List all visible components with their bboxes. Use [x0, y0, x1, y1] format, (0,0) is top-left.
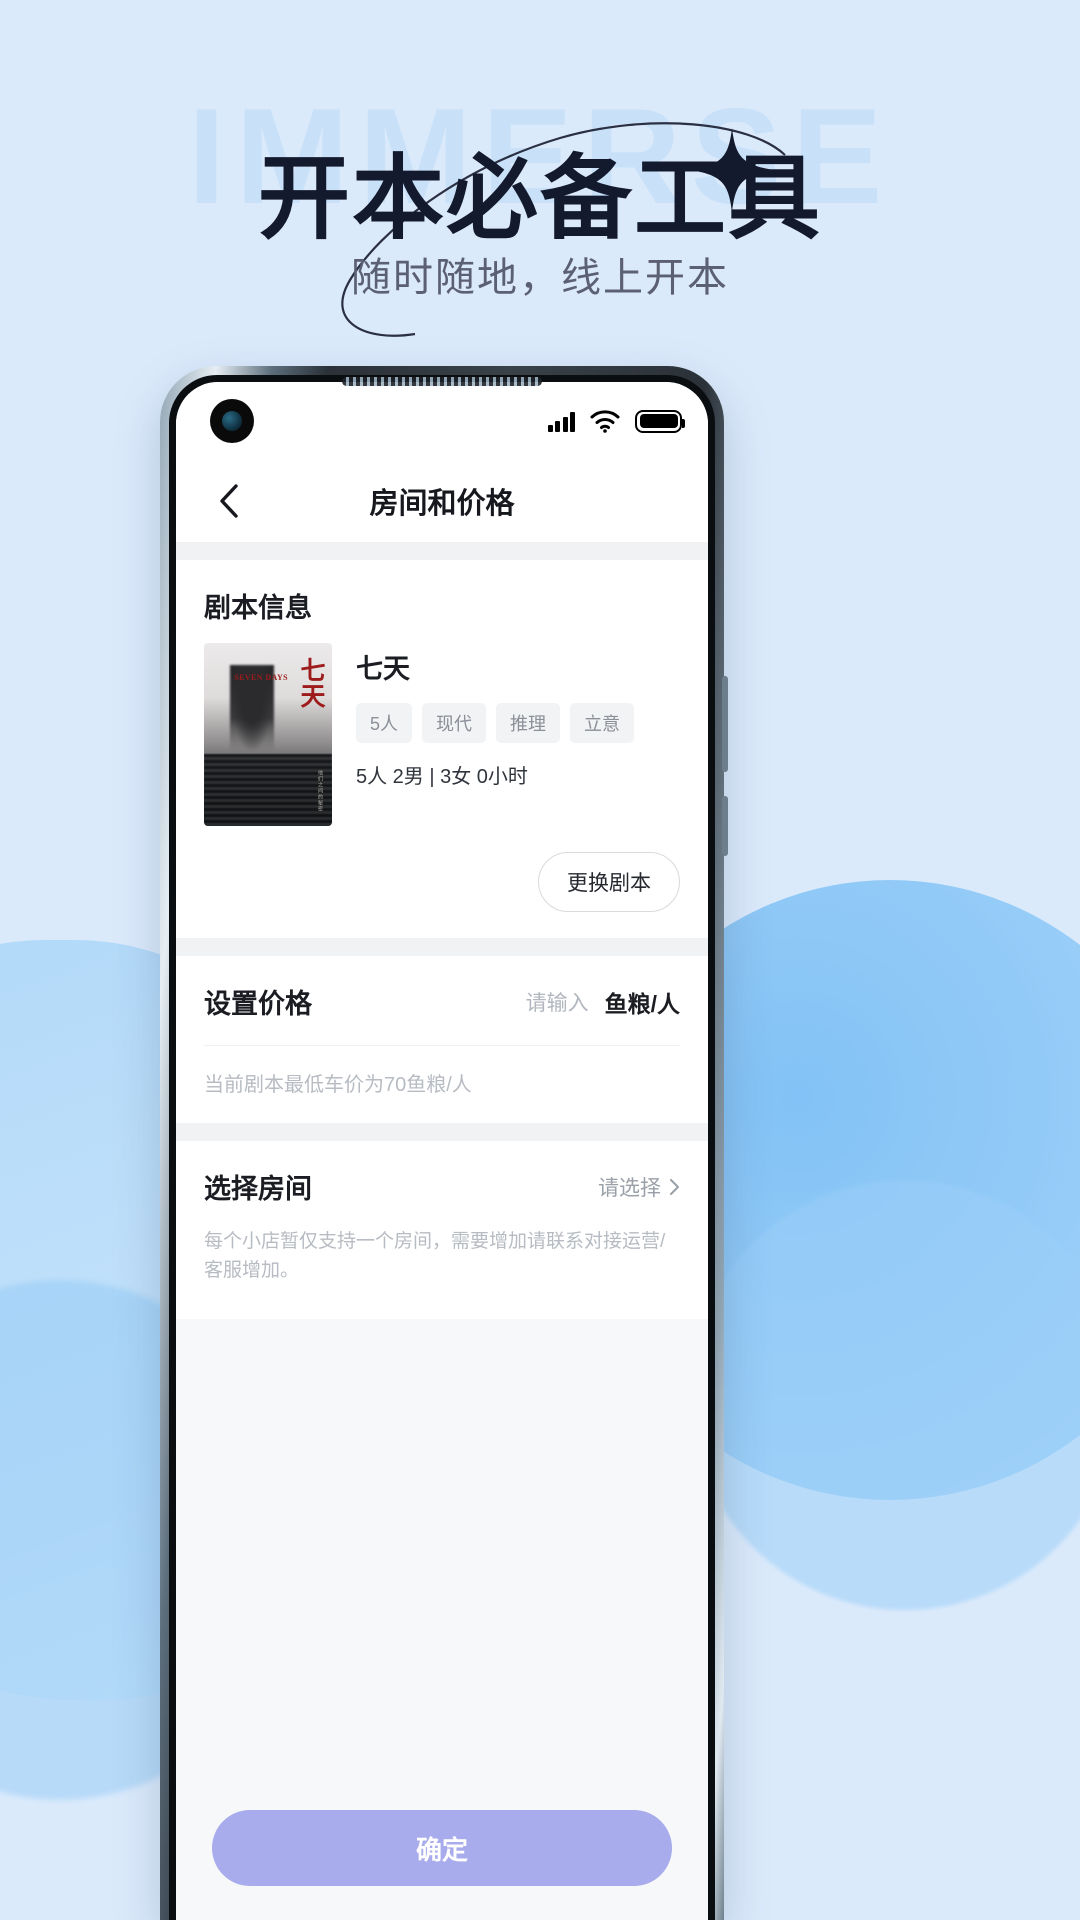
- section-gap: [176, 1123, 708, 1141]
- chevron-right-icon: [670, 1178, 679, 1195]
- battery-icon: [635, 409, 685, 433]
- price-card: 设置价格 请输入 鱼粮/人 当前剧本最低车价为70鱼粮/人: [176, 956, 708, 1123]
- price-hint: 当前剧本最低车价为70鱼粮/人: [204, 1074, 472, 1096]
- confirm-button[interactable]: 确定: [212, 1810, 672, 1886]
- script-tag: 现代: [422, 703, 487, 743]
- poster-cn-title: 七天: [297, 657, 324, 709]
- script-tag: 推理: [496, 703, 561, 743]
- poster-en-title: SEVEN DAYS: [234, 673, 288, 682]
- back-button[interactable]: [206, 478, 252, 524]
- price-input[interactable]: 请输入: [526, 987, 589, 1017]
- script-name: 七天: [356, 654, 410, 684]
- phone-speaker-grille: [342, 377, 542, 386]
- signal-bars-icon: [547, 411, 575, 432]
- poster-side-note: 他们之间的秘密: [317, 770, 323, 812]
- sparkle-icon: [690, 128, 774, 212]
- script-poster[interactable]: SEVEN DAYS 七天 他们之间的秘密: [204, 643, 332, 826]
- content-filler: [176, 1319, 708, 1810]
- room-label: 选择房间: [204, 1174, 312, 1204]
- room-note: 每个小店暂仅支持一个房间，需要增加请联系对接运营/客服增加。: [204, 1231, 666, 1281]
- room-select-value[interactable]: 请选择: [598, 1172, 680, 1202]
- poster-water: [204, 754, 332, 826]
- chevron-left-icon: [220, 484, 238, 518]
- nav-bar: 房间和价格: [176, 460, 708, 542]
- bottom-action-bar: 确定: [176, 1810, 708, 1920]
- section-gap: [176, 938, 708, 956]
- phone-screen: 房间和价格 剧本信息 SEVEN DAYS 七天 他们之间的秘密 七天 5人 现…: [176, 382, 708, 1920]
- room-select-placeholder: 请选择: [598, 1176, 661, 1200]
- phone-power-button: [722, 676, 728, 772]
- front-camera-icon: [210, 399, 254, 443]
- script-tag: 5人: [356, 703, 413, 743]
- status-bar: [176, 382, 708, 460]
- page-subtitle: 随时随地，线上开本: [351, 256, 729, 300]
- script-info-card: 剧本信息 SEVEN DAYS 七天 他们之间的秘密 七天 5人 现代 推理 立…: [176, 560, 708, 938]
- price-unit: 鱼粮/人: [604, 990, 680, 1017]
- room-card: 选择房间 请选择 每个小店暂仅支持一个房间，需要增加请联系对接运营/客服增加。: [176, 1141, 708, 1319]
- change-script-button[interactable]: 更换剧本: [538, 852, 680, 912]
- wifi-icon: [590, 409, 620, 433]
- screen-content: 剧本信息 SEVEN DAYS 七天 他们之间的秘密 七天 5人 现代 推理 立…: [176, 542, 708, 1920]
- page-title: 房间和价格: [369, 488, 515, 520]
- script-meta: 5人 2男 | 3女 0小时: [356, 766, 528, 788]
- page-headline: 开本必备工具: [257, 148, 822, 250]
- phone-mockup: 房间和价格 剧本信息 SEVEN DAYS 七天 他们之间的秘密 七天 5人 现…: [160, 366, 728, 1920]
- price-label: 设置价格: [204, 989, 312, 1019]
- room-select-row[interactable]: 选择房间 请选择: [204, 1141, 680, 1214]
- script-tag: 立意: [570, 703, 635, 743]
- script-info-title: 剧本信息: [204, 593, 312, 623]
- script-tag-list: 5人 现代 推理 立意: [356, 703, 680, 743]
- phone-volume-button: [722, 796, 728, 856]
- section-gap: [176, 542, 708, 560]
